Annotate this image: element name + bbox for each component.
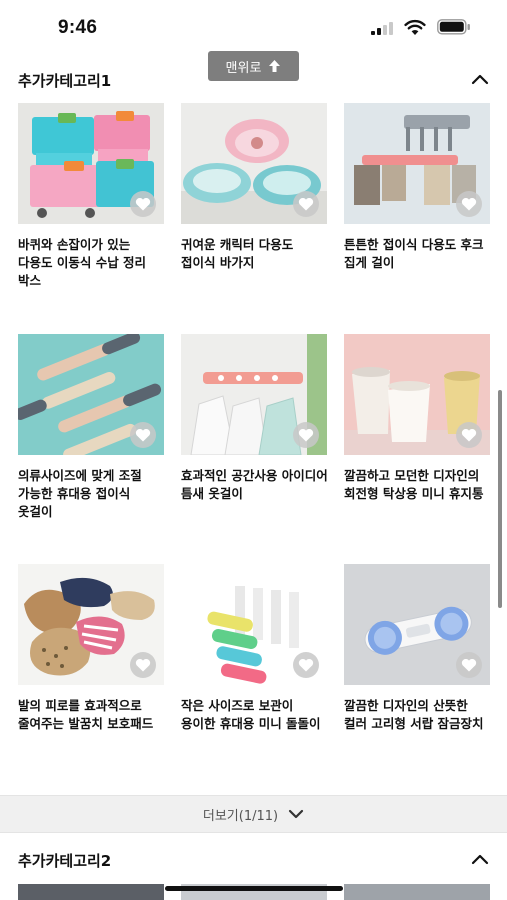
scrollbar[interactable] bbox=[498, 390, 502, 608]
section-header-1[interactable]: 추가카테고리1 bbox=[0, 60, 507, 100]
product-name[interactable]: 의류사이즈에 맞게 조절 가능한 휴대용 접이식 옷걸이 bbox=[18, 467, 168, 521]
product-name[interactable]: 작은 사이즈로 보관이 용이한 휴대용 미니 돌돌이 bbox=[181, 697, 331, 733]
product-name[interactable]: 발의 피로를 효과적으로 줄여주는 발꿈치 보호패드 bbox=[18, 697, 168, 733]
product-image[interactable] bbox=[344, 334, 490, 455]
heart-icon bbox=[298, 428, 314, 442]
load-more-label: 더보기(1/11) bbox=[202, 808, 279, 824]
product-image[interactable] bbox=[18, 564, 164, 685]
cellular-signal-icon bbox=[371, 22, 393, 35]
product-image[interactable] bbox=[344, 103, 490, 224]
heart-icon bbox=[461, 197, 477, 211]
section-title: 추가카테고리1 bbox=[18, 72, 112, 90]
product-name[interactable]: 깔끔하고 모던한 디자인의 회전형 탁상용 미니 휴지통 bbox=[344, 467, 494, 503]
product-name[interactable]: 깔끔한 디자인의 산뜻한 컬러 고리형 서랍 잠금장치 bbox=[344, 697, 494, 733]
wishlist-button[interactable] bbox=[293, 652, 319, 678]
product-name[interactable]: 튼튼한 접이식 다용도 후크 집게 걸이 bbox=[344, 236, 494, 272]
wishlist-button[interactable] bbox=[456, 191, 482, 217]
product-image[interactable] bbox=[344, 564, 490, 685]
heart-icon bbox=[461, 428, 477, 442]
heart-icon bbox=[461, 658, 477, 672]
home-indicator[interactable] bbox=[165, 886, 343, 891]
heart-icon bbox=[298, 658, 314, 672]
chevron-up-icon[interactable] bbox=[471, 72, 489, 86]
product-image[interactable] bbox=[181, 103, 327, 224]
wishlist-button[interactable] bbox=[293, 422, 319, 448]
chevron-down-icon bbox=[289, 809, 304, 819]
status-bar: 9:46 bbox=[0, 0, 507, 56]
battery-icon bbox=[437, 19, 470, 35]
heart-icon bbox=[135, 197, 151, 211]
wishlist-button[interactable] bbox=[130, 652, 156, 678]
wishlist-button[interactable] bbox=[456, 422, 482, 448]
product-name[interactable]: 효과적인 공간사용 아이디어 틈새 옷걸이 bbox=[181, 467, 331, 503]
wishlist-button[interactable] bbox=[293, 191, 319, 217]
section-title: 추가카테고리2 bbox=[18, 852, 112, 870]
product-image[interactable] bbox=[181, 334, 327, 455]
section-header-2[interactable]: 추가카테고리2 bbox=[0, 840, 507, 880]
wishlist-button[interactable] bbox=[130, 191, 156, 217]
status-time: 9:46 bbox=[58, 17, 98, 38]
heart-icon bbox=[298, 197, 314, 211]
wishlist-button[interactable] bbox=[456, 652, 482, 678]
product-image[interactable] bbox=[181, 564, 327, 685]
product-image[interactable] bbox=[18, 334, 164, 455]
product-image[interactable] bbox=[18, 103, 164, 224]
heart-icon bbox=[135, 658, 151, 672]
product-name[interactable]: 귀여운 캐릭터 다용도 접이식 바가지 bbox=[181, 236, 331, 272]
wifi-icon bbox=[404, 19, 426, 35]
wishlist-button[interactable] bbox=[130, 422, 156, 448]
heart-icon bbox=[135, 428, 151, 442]
load-more-button[interactable]: 더보기(1/11) bbox=[0, 795, 507, 833]
chevron-up-icon[interactable] bbox=[471, 852, 489, 866]
product-name[interactable]: 바퀴와 손잡이가 있는 다용도 이동식 수납 정리 박스 bbox=[18, 236, 168, 290]
